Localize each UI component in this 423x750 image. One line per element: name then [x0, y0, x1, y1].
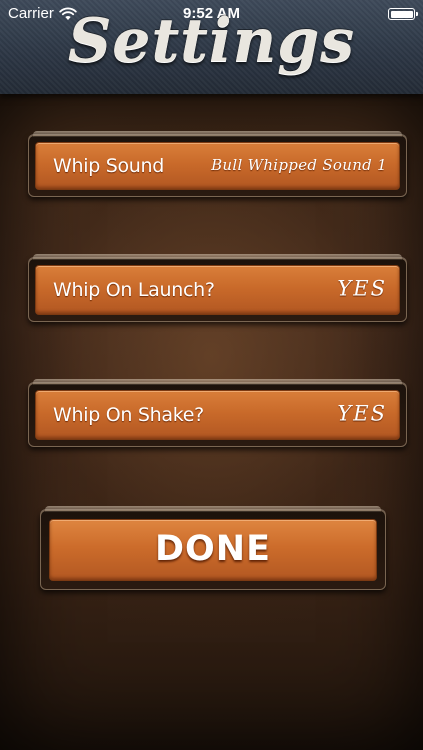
whip-sound-button[interactable]: Whip Sound Bull Whipped Sound 1 — [35, 142, 400, 190]
done-button[interactable]: DONE — [49, 519, 377, 581]
whip-on-launch-button[interactable]: Whip On Launch? YES — [35, 265, 400, 315]
whip-sound-label: Whip Sound — [53, 155, 165, 177]
whip-on-shake-label: Whip On Shake? — [53, 404, 204, 426]
whip-on-shake-button[interactable]: Whip On Shake? YES — [35, 390, 400, 440]
done-button-label: DONE — [154, 529, 271, 570]
whip-on-shake-value: YES — [337, 401, 387, 426]
whip-on-shake-frame: Whip On Shake? YES — [28, 379, 407, 447]
whip-on-launch-label: Whip On Launch? — [53, 279, 215, 301]
whip-on-launch-frame: Whip On Launch? YES — [28, 254, 407, 322]
header-bar: Carrier 9:52 AM Settings — [0, 0, 423, 94]
page-title: Settings — [67, 6, 356, 76]
whip-sound-value: Bull Whipped Sound 1 — [211, 155, 387, 174]
whip-on-launch-value: YES — [337, 276, 387, 301]
whip-sound-frame: Whip Sound Bull Whipped Sound 1 — [28, 131, 407, 197]
done-frame: DONE — [40, 506, 386, 590]
